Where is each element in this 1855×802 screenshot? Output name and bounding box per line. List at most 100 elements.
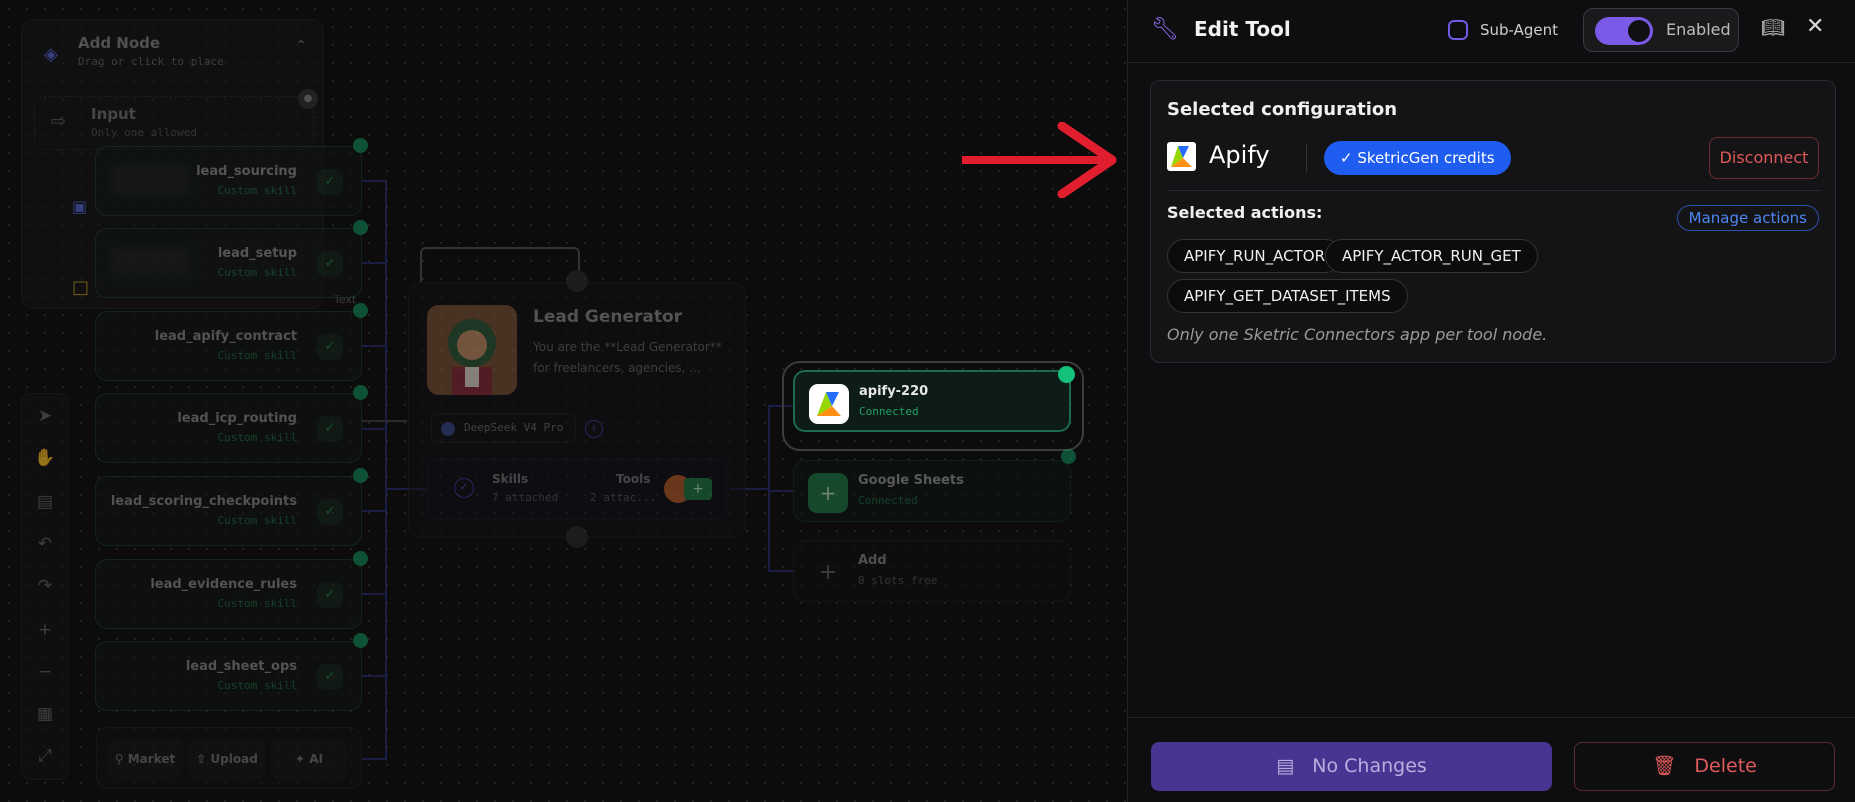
skill-type: Custom skill [217, 514, 297, 527]
action-chip: APIFY_GET_DATASET_ITEMS [1167, 279, 1408, 313]
skill-node[interactable]: lead_icp_routing Custom skill ✓ [95, 385, 368, 463]
skill-type: Custom skill [217, 184, 297, 197]
skill-node[interactable]: lead_scoring_checkpoints Custom skill ✓ [95, 468, 368, 546]
upload-icon: ⇧ [196, 752, 207, 766]
skill-name: lead_scoring_checkpoints [110, 494, 297, 509]
workflow-canvas[interactable]: ◈ Add Node Drag or click to place ⌃ ▣ □ … [0, 0, 1127, 802]
skill-name: lead_apify_contract [154, 329, 297, 344]
enabled-toggle[interactable] [1595, 17, 1653, 45]
check-icon: ✓ [317, 251, 343, 277]
zoom-in-icon[interactable]: + [22, 620, 68, 640]
model-name: DeepSeek V4 Pro [464, 421, 564, 434]
wire [362, 345, 386, 347]
sub-agent-checkbox[interactable] [1448, 20, 1468, 40]
sparkle-icon: ✦ [294, 752, 306, 766]
status-dot [353, 138, 368, 153]
undo-icon[interactable]: ↶ [22, 534, 68, 554]
wire [362, 758, 386, 760]
grid-icon[interactable]: ▦ [22, 704, 68, 724]
connector-note: Only one Sketric Connectors app per tool… [1167, 325, 1548, 344]
skill-node[interactable]: lead_evidence_rules Custom skill ✓ [95, 551, 368, 629]
wrench-icon: 🔧︎ [1151, 17, 1179, 42]
manage-actions-button[interactable]: Manage actions [1676, 205, 1819, 231]
tools-label: Tools [616, 472, 651, 486]
check-icon: ✓ [317, 334, 343, 360]
agent-node-lead-generator[interactable]: Lead Generator You are the **Lead Genera… [408, 282, 746, 538]
pointer-icon[interactable]: ➤ [22, 406, 68, 426]
annotation-arrow [962, 122, 1117, 198]
skills-count: 7 attached [492, 491, 559, 504]
skill-name: lead_sourcing [196, 164, 297, 179]
deepseek-icon [441, 422, 455, 436]
status-dot [353, 633, 368, 648]
status-dot [1061, 449, 1076, 464]
model-selector[interactable]: DeepSeek V4 Pro [431, 413, 577, 443]
skill-bus-wire [385, 180, 387, 760]
skill-name: lead_icp_routing [177, 411, 297, 426]
agent-avatar [427, 305, 517, 395]
save-icon: ▤ [1276, 755, 1295, 777]
skill-node[interactable]: lead_sourcing Custom skill ✓ [95, 138, 368, 216]
palette-item-input[interactable]: ⇨ Input Only one allowed [34, 96, 314, 150]
check-icon: ✓ [317, 499, 343, 525]
config-title: Selected configuration [1167, 99, 1398, 120]
skill-node[interactable]: lead_sheet_ops Custom skill ✓ [95, 633, 368, 711]
info-icon[interactable]: i [585, 420, 603, 438]
skills-tools-summary[interactable]: ✓ Skills 7 attached Tools 2 attac... + [427, 459, 727, 519]
skill-name: lead_setup [217, 246, 297, 261]
tool-node-google-sheets[interactable]: + Google Sheets Connected [793, 449, 1076, 522]
wire [768, 405, 770, 571]
skills-icon: ✓ [454, 478, 474, 498]
hand-icon[interactable]: ✋ [22, 448, 68, 468]
panel-header: 🔧︎ Edit Tool Sub-Agent Enabled 📖︎ ✕ [1128, 0, 1855, 63]
bot-icon: ▣ [72, 197, 88, 216]
wire [768, 570, 794, 572]
save-button[interactable]: ▤ No Changes [1151, 742, 1552, 791]
save-icon[interactable]: ▤ [22, 492, 68, 512]
input-port[interactable] [566, 270, 588, 292]
signpost-icon: ⇨ [51, 111, 67, 132]
wire [362, 420, 407, 422]
redo-icon[interactable]: ↷ [22, 576, 68, 596]
input-item-title: Input [91, 105, 136, 123]
search-icon: ⚲ [114, 752, 124, 766]
check-icon: ✓ [317, 169, 343, 195]
output-port[interactable] [566, 526, 588, 548]
skill-name: lead_sheet_ops [185, 659, 297, 674]
canvas-toolbar: ➤ ✋ ▤ ↶ ↷ + − ▦ ⤢ [21, 393, 69, 780]
enabled-label: Enabled [1666, 20, 1731, 39]
tool-name: apify-220 [859, 384, 929, 399]
check-icon: ✓ [317, 416, 343, 442]
ai-button[interactable]: ✦ AI [271, 738, 347, 780]
bottom-bar: ⚲ Market ⇧ Upload ✦ AI [96, 727, 362, 789]
close-icon[interactable]: ✕ [1806, 14, 1824, 39]
market-button[interactable]: ⚲ Market [107, 738, 183, 780]
google-sheets-icon: + [808, 473, 848, 513]
enabled-toggle-container[interactable]: Enabled [1583, 8, 1739, 52]
status-dot [353, 303, 368, 318]
skill-node[interactable]: lead_apify_contract Custom skill ✓ [95, 303, 368, 381]
credits-badge[interactable]: ✓ SketricGen credits [1324, 141, 1511, 175]
zoom-out-icon[interactable]: − [22, 662, 68, 682]
status-dot [353, 385, 368, 400]
apify-icon [809, 384, 849, 424]
skill-node[interactable]: lead_setup Custom skill ✓ [95, 220, 368, 298]
wire [362, 675, 386, 677]
wire [362, 510, 386, 512]
edit-tool-panel: 🔧︎ Edit Tool Sub-Agent Enabled 📖︎ ✕ Sele… [1127, 0, 1855, 802]
apify-logo-icon [1167, 142, 1196, 171]
tool-node-add[interactable]: + Add 8 slots free [793, 540, 1071, 602]
fit-view-icon[interactable]: ⤢ [22, 746, 68, 766]
chevron-up-icon[interactable]: ⌃ [295, 38, 307, 54]
loop-edge [420, 247, 580, 285]
skill-type: Custom skill [217, 679, 297, 692]
input-item-sub: Only one allowed [91, 126, 197, 139]
tool-node-apify[interactable]: apify-220 Connected [793, 366, 1075, 432]
skill-type: Custom skill [217, 266, 297, 279]
delete-button[interactable]: 🗑︎ Delete [1574, 742, 1835, 791]
upload-button[interactable]: ⇧ Upload [189, 738, 265, 780]
trash-icon: 🗑︎ [1652, 755, 1677, 777]
check-icon: ✓ [317, 664, 343, 690]
docs-book-icon[interactable]: 📖︎ [1761, 16, 1785, 39]
disconnect-button[interactable]: Disconnect [1709, 137, 1819, 179]
